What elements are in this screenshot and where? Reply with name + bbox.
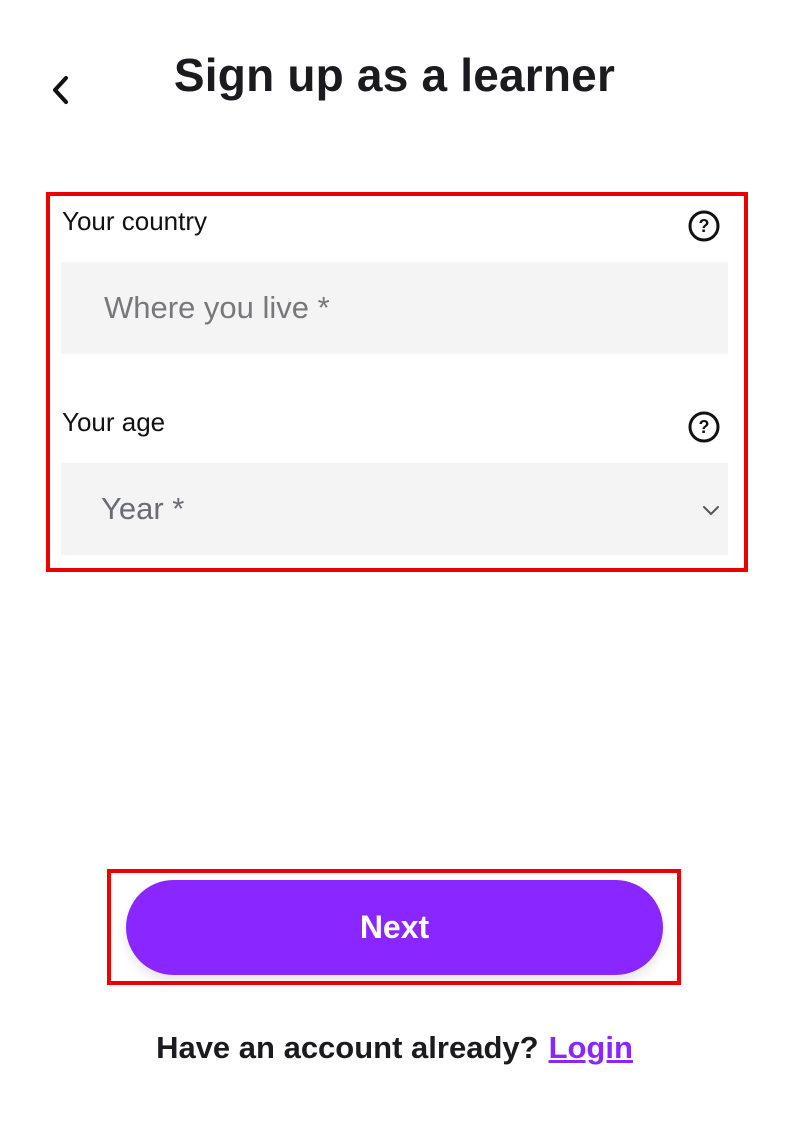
login-link[interactable]: Login [549,1030,633,1065]
country-help-icon[interactable]: ? [688,210,720,242]
age-year-value: Year * [101,491,185,526]
country-label: Your country [62,206,208,236]
login-prompt: Have an account already? Login [0,1030,789,1066]
svg-text:?: ? [699,216,710,236]
country-input[interactable] [61,262,728,354]
question-circle-icon: ? [688,210,720,242]
chevron-down-icon [703,506,719,515]
age-year-select[interactable]: Year * [61,463,728,555]
svg-text:?: ? [699,417,710,437]
page-title: Sign up as a learner [173,49,616,101]
age-help-icon[interactable]: ? [688,411,720,443]
login-prompt-text: Have an account already? [156,1030,539,1065]
next-button[interactable]: Next [126,880,663,975]
question-circle-icon: ? [688,411,720,443]
age-label: Your age [62,407,166,437]
